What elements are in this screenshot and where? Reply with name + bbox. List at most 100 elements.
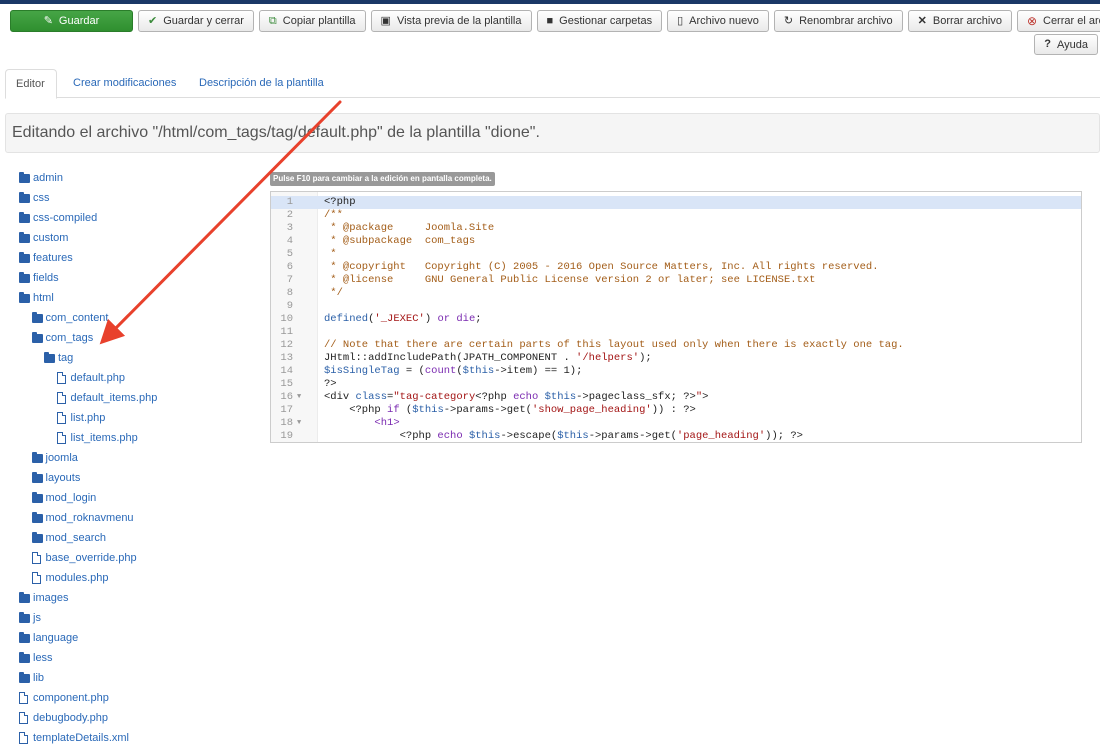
tree-file[interactable]: base_override.php [31,550,137,566]
code-line: 3 * @package Joomla.Site [271,222,1081,235]
save-close-button[interactable]: ✔ Guardar y cerrar [138,10,254,32]
help-button[interactable]: ? Ayuda [1034,34,1098,55]
code-line: 10 defined('_JEXEC') or die; [271,313,1081,326]
tree-file[interactable]: default_items.php [56,390,157,406]
code-line: 4 * @subpackage com_tags [271,235,1081,248]
code-text: defined('_JEXEC') or die; [324,313,482,326]
tree-folder[interactable]: com_tags [31,330,93,346]
copy-template-button[interactable]: ⧉ Copiar plantilla [258,10,366,32]
line-number: 2 [286,209,293,221]
tree-file[interactable]: default.php [56,370,125,386]
code-text: ?> [324,378,337,391]
rename-file-button[interactable]: ↻ Renombrar archivo [773,10,903,32]
new-file-button[interactable]: ▯ Archivo nuevo [667,10,769,32]
code-token: count [424,365,457,377]
code-text: <h1> [324,417,399,430]
fold-toggle-icon[interactable]: ▼ [297,391,301,404]
tree-item-label: less [33,652,53,664]
tree-file[interactable]: list.php [56,410,105,426]
code-token: 'page_heading' [676,430,766,442]
folder-icon [19,251,30,263]
code-text: */ [324,287,343,300]
code-token: * @subpackage com_tags [324,235,476,247]
code-token: '_JEXEC' [374,313,425,325]
code-line: 7 * @license GNU General Public License … [271,274,1081,287]
tree-folder[interactable]: html [19,290,54,306]
code-text: * [324,248,336,261]
tree-item-label: tag [58,352,74,364]
tree-file[interactable]: modules.php [31,570,109,586]
folder-icon [19,291,30,303]
tree-item-label: default.php [70,372,125,384]
fold-toggle-icon[interactable]: ▼ [297,417,301,430]
tree-item-label: component.php [33,692,109,704]
tree-folder[interactable]: fields [19,270,59,286]
tree-folder[interactable]: custom [19,230,68,246]
tree-folder[interactable]: admin [19,170,63,186]
tree-folder[interactable]: css-compiled [19,210,97,226]
tree-item-label: mod_login [45,492,97,504]
tree-folder[interactable]: images [19,590,68,606]
code-line: 11 [271,326,1081,339]
tab-template-description[interactable]: Descripción de la plantilla [189,69,334,98]
line-number: 1 [286,196,293,208]
code-line: 19 <?php echo $this->escape($this->param… [271,430,1081,442]
code-token: */ [324,287,343,299]
code-token: $this [468,430,501,442]
code-token: ) [424,313,438,325]
code-text: <?php if ($this->params->get('show_page_… [324,404,696,417]
file-icon [56,432,66,444]
code-line: 16 ▼ <div class="tag-category<?php echo $t… [271,391,1081,404]
code-token: $this [544,391,577,403]
tree-file[interactable]: list_items.php [56,430,138,446]
code-token: echo [437,430,463,442]
tree-item-label: modules.php [45,572,109,584]
tree-item-label: features [33,252,73,264]
tree-folder[interactable]: joomla [31,450,78,466]
code-token: 'show_page_heading' [531,404,652,416]
tab-editor[interactable]: Editor [5,69,57,99]
tree-folder[interactable]: mod_roknavmenu [31,510,134,526]
line-number: 4 [286,235,293,247]
code-editor[interactable]: 1 <?php 2 /** 3 * @package Joomla.Site 4 * @s… [270,191,1082,443]
save-close-button-label: Guardar y cerrar [163,15,244,27]
folder-icon [31,491,43,503]
tree-folder[interactable]: js [19,610,41,626]
tree-folder[interactable]: com_content [31,310,108,326]
tree-folder[interactable]: lib [19,670,44,686]
tree-item-label: custom [33,232,69,244]
code-token: ->escape( [500,430,558,442]
line-number: 10 [280,313,293,325]
tree-folder[interactable]: less [19,650,53,666]
code-token: <?php [324,430,438,442]
tab-create-overrides[interactable]: Crear modificaciones [63,69,186,98]
code-line: 18 ▼ <h1> [271,417,1081,430]
tree-file[interactable]: debugbody.php [19,710,108,726]
template-preview-button[interactable]: ▣ Vista previa de la plantilla [370,10,532,32]
tree-folder[interactable]: mod_search [31,530,106,546]
code-token: = ( [399,365,425,377]
tree-folder[interactable]: tag [44,350,73,366]
close-file-button[interactable]: ⊗ Cerrar el archivo [1016,10,1100,32]
code-text: <div class="tag-category<?php echo $this… [324,391,708,404]
tree-folder[interactable]: css [19,190,50,206]
code-token: /** [324,209,343,221]
tree-folder[interactable]: mod_login [31,490,97,506]
tree-folder[interactable]: features [19,250,73,266]
tree-item-label: fields [33,272,59,284]
code-token: ->params->get( [443,404,532,416]
tree-folder[interactable]: language [19,630,78,646]
file-icon [19,712,28,724]
save-button[interactable]: ✎ Guardar [10,10,133,32]
delete-file-button[interactable]: ✕ Borrar archivo [907,10,1012,32]
file-icon [31,552,41,564]
tree-file[interactable]: component.php [19,690,109,706]
code-line: 5 * [271,248,1081,261]
line-number: 13 [280,352,293,364]
tree-file[interactable]: templateDetails.xml [19,730,129,746]
tree-folder[interactable]: layouts [31,470,81,486]
tree-item-label: layouts [45,472,81,484]
tree-item-label: lib [33,672,45,684]
manage-folders-button[interactable]: ■ Gestionar carpetas [536,10,663,32]
question-icon: ? [1044,38,1051,50]
